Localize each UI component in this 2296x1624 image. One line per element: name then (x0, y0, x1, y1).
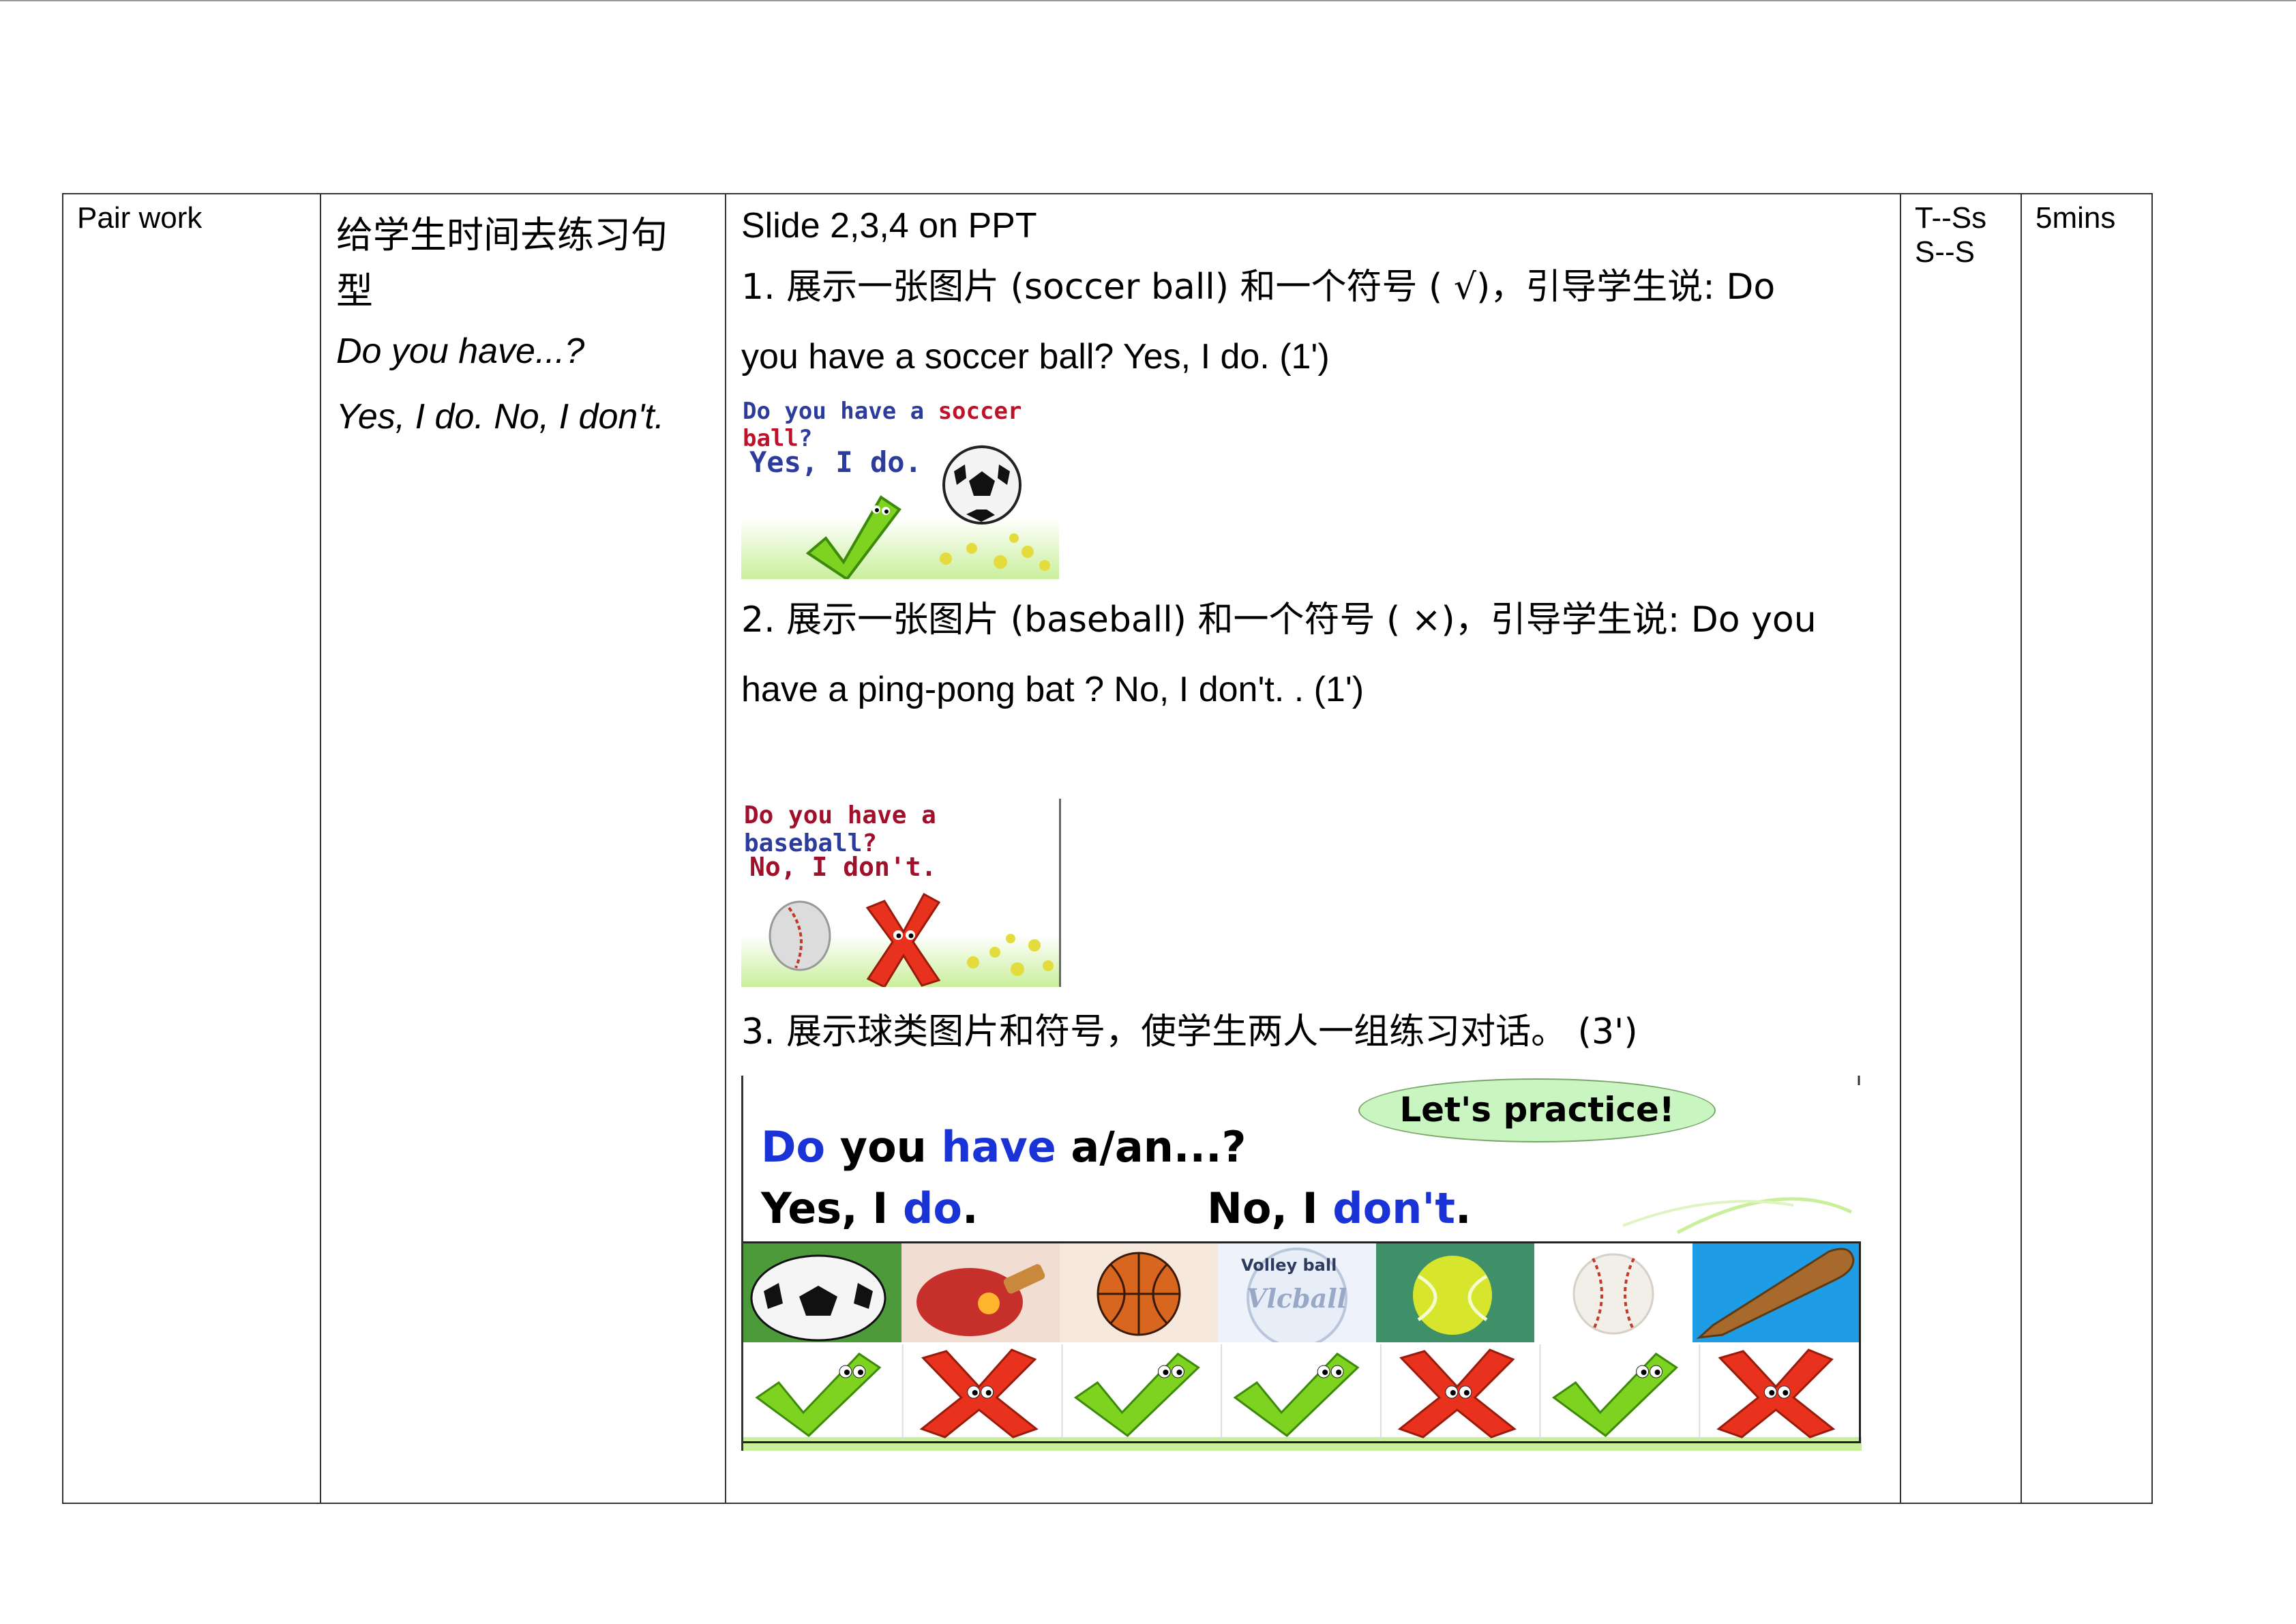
red-cross-icon (919, 1348, 1039, 1438)
no-b: don't (1332, 1183, 1456, 1233)
basketball-icon (1097, 1252, 1181, 1336)
procedure-cell: Slide 2,3,4 on PPT 1. 展示一张图片 (soccer bal… (725, 193, 1901, 1504)
purpose-line-1: 给学生时间去练习句 (336, 213, 668, 256)
green-check-icon (1551, 1353, 1678, 1437)
red-cross-icon (1716, 1348, 1836, 1438)
soccer-ball-cell (743, 1243, 903, 1342)
baseball-icon (1572, 1253, 1654, 1335)
slide-1-graphics (741, 445, 1059, 579)
time-text: 5mins (2036, 201, 2116, 235)
slide-soccer-ball-image: Do you have a soccer ball? Yes, I do. (741, 395, 1059, 579)
baseball-icon (769, 900, 831, 971)
lets-practice-banner: Let's practice! (1358, 1078, 1716, 1142)
activity-text: Pair work (77, 201, 203, 235)
slide-3-no-answer: No, I don't. (1207, 1183, 1472, 1233)
ping-pong-bat-cell (901, 1243, 1061, 1342)
page-top-rule (0, 0, 2296, 1)
soccer-ball-icon (750, 1254, 886, 1342)
sentence-pattern-answer: Yes, I do. No, I don't. (336, 397, 665, 437)
q-rest: a/an...? (1056, 1122, 1247, 1172)
baseball-cell (1534, 1243, 1694, 1342)
yes-a: Yes, I (761, 1183, 903, 1233)
slide-practice-image: Let's practice! Do you have a/an...? Yes… (741, 1076, 1862, 1451)
green-check-icon (1233, 1353, 1360, 1437)
interaction-cell: T--Ss S--S (1900, 193, 2022, 1504)
step-3-line: 3. 展示球类图片和符号，使学生两人一组练习对话。 (3') (741, 1012, 1638, 1052)
slide-baseball-image: Do you have a baseball? No, I don't. (741, 799, 1061, 987)
time-cell: 5mins (2021, 193, 2153, 1504)
no-c: . (1455, 1183, 1472, 1233)
baseball-bat-icon (1696, 1247, 1855, 1340)
yes-c: . (961, 1183, 979, 1233)
interaction-teacher-students: T--Ss (1915, 201, 1987, 235)
green-check-icon (1073, 1353, 1200, 1437)
green-check-icon (755, 1353, 882, 1437)
q-do: Do (761, 1122, 826, 1172)
baseball-bat-cell (1693, 1243, 1859, 1342)
step-2-line-2: have a ping-pong bat ? No, I don't. . (1… (741, 670, 1365, 709)
red-cross-icon (1397, 1348, 1517, 1438)
tennis-ball-icon (1413, 1256, 1492, 1335)
step-2-line-1: 2. 展示一张图片 (baseball) 和一个符号 ( ×)，引导学生说: D… (741, 600, 1817, 640)
slide-reference: Slide 2,3,4 on PPT (741, 206, 1037, 246)
volleyball-label: Volley ball (1241, 1256, 1337, 1275)
interaction-student-student: S--S (1915, 235, 1975, 269)
ping-pong-bat-icon (916, 1264, 1045, 1336)
no-a: No, I (1207, 1183, 1333, 1233)
basketball-cell (1060, 1243, 1219, 1342)
purpose-cell: 给学生时间去练习句 型 Do you have...? Yes, I do. N… (320, 193, 726, 1504)
volleyball-cell: Volley ball Vlcball (1218, 1243, 1377, 1348)
table-row: Pair work 给学生时间去练习句 型 Do you have...? Ye… (62, 193, 2153, 1504)
slide-3-yes-answer: Yes, I do. (761, 1183, 979, 1233)
slide-2-graphics (741, 892, 1059, 987)
lesson-plan-table: Pair work 给学生时间去练习句 型 Do you have...? Ye… (62, 193, 2153, 1504)
volleyball-brand: Vlcball (1247, 1283, 1347, 1314)
q-you: you (825, 1122, 942, 1172)
banner-text: Let's practice! (1399, 1090, 1675, 1130)
purpose-line-2: 型 (336, 269, 373, 312)
soccer-ball-icon (942, 445, 1022, 525)
step-1-line-1: 1. 展示一张图片 (soccer ball) 和一个符号 ( √)，引导学生说… (741, 267, 1776, 308)
q-have: have (941, 1122, 1056, 1172)
activity-cell: Pair work (62, 193, 321, 1504)
mark-row (755, 1344, 1836, 1440)
yes-b: do (902, 1183, 962, 1233)
slide-3-question: Do you have a/an...? (761, 1122, 1247, 1172)
ball-grid: Volley ball Vlcball (743, 1241, 1861, 1443)
tennis-ball-cell (1376, 1243, 1536, 1342)
sentence-pattern-question: Do you have...? (336, 331, 585, 371)
step-1-line-2: you have a soccer ball? Yes, I do. (1') (741, 337, 1330, 377)
